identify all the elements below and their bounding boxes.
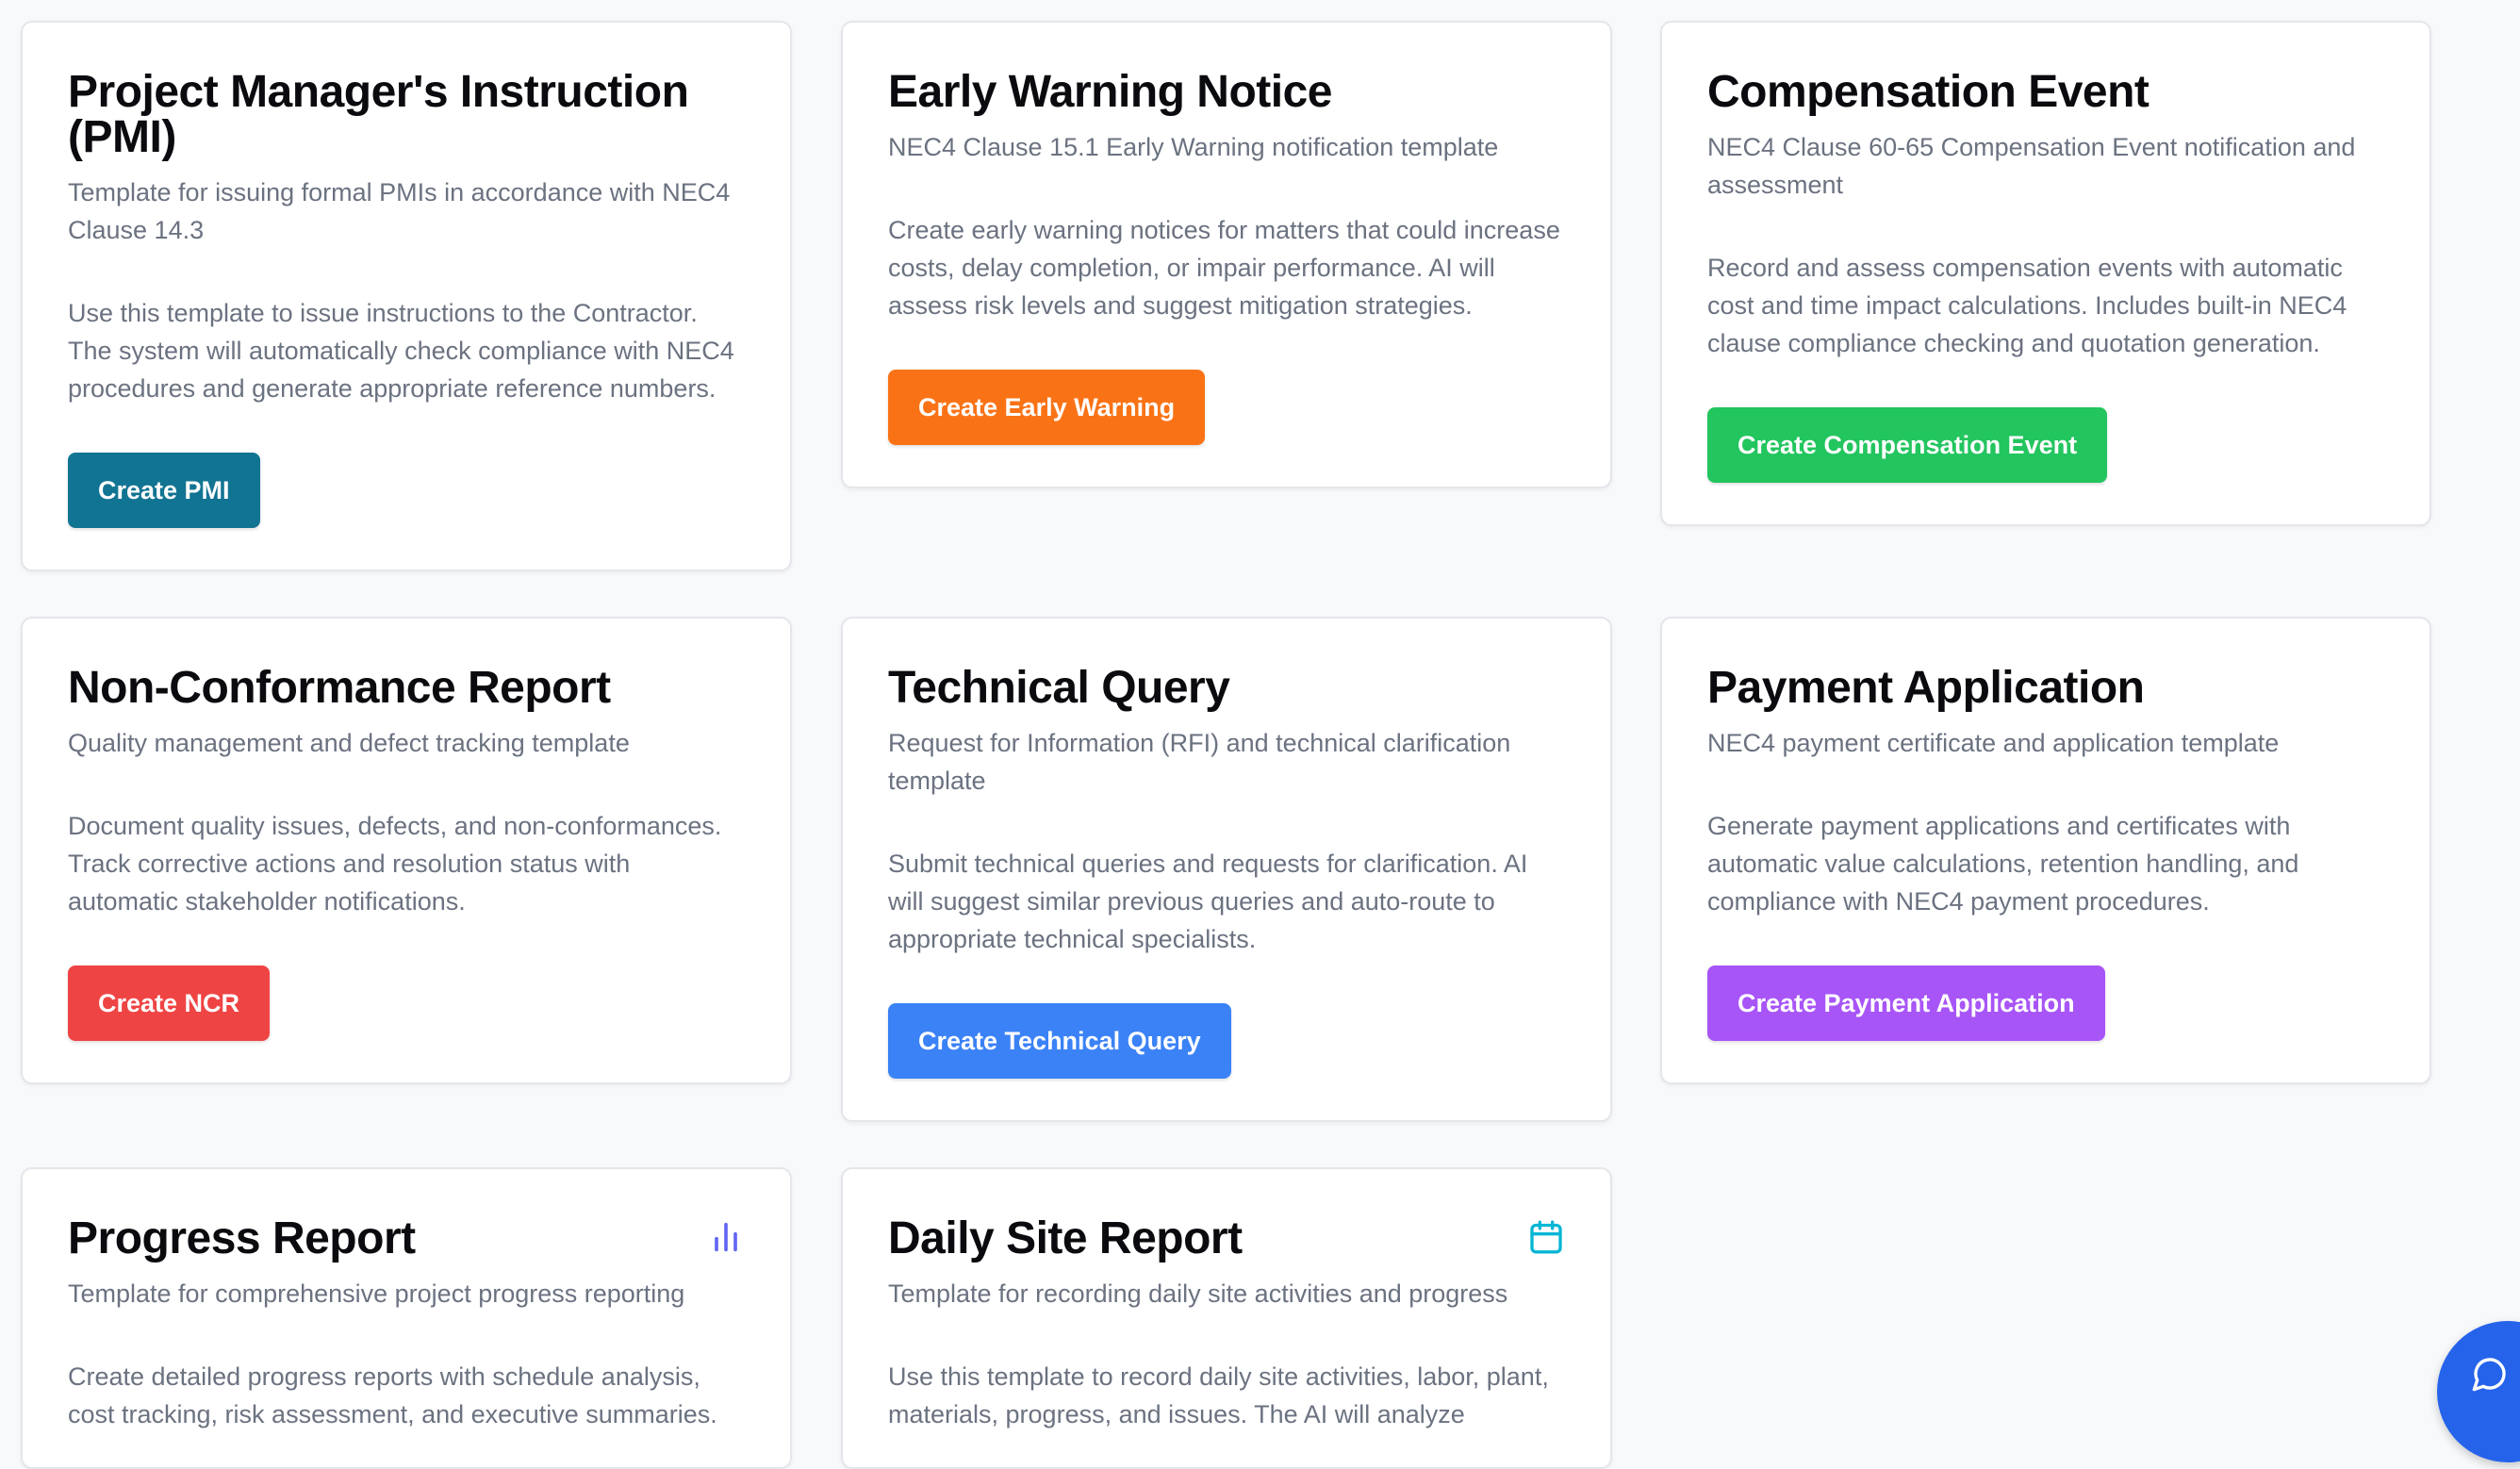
card-subtitle: Request for Information (RFI) and techni…: [888, 729, 1511, 795]
card-title: Project Manager's Instruction (PMI): [68, 67, 689, 162]
create-payment-application-button[interactable]: Create Payment Application: [1707, 966, 2105, 1041]
chat-bubble-icon: [2472, 1358, 2506, 1392]
card-subtitle: Quality management and defect tracking t…: [68, 729, 630, 757]
card-title: Daily Site Report: [888, 1213, 1243, 1263]
card-pmi: Project Manager's Instruction (PMI) Temp…: [21, 21, 792, 571]
create-compensation-event-button[interactable]: Create Compensation Event: [1707, 407, 2108, 483]
card-title: Technical Query: [888, 663, 1230, 713]
card-description: Create early warning notices for matters…: [888, 216, 1560, 320]
card-subtitle: Template for recording daily site activi…: [888, 1279, 1508, 1308]
card-subtitle: Template for comprehensive project progr…: [68, 1279, 685, 1308]
card-description: Submit technical queries and requests fo…: [888, 850, 1528, 953]
card-description: Use this template to issue instructions …: [68, 299, 734, 403]
create-technical-query-button[interactable]: Create Technical Query: [888, 1003, 1231, 1079]
calendar-icon: [1530, 1220, 1562, 1254]
card-subtitle: NEC4 payment certificate and application…: [1707, 729, 2280, 757]
create-ncr-button[interactable]: Create NCR: [68, 966, 271, 1041]
card-early-warning: Early Warning Notice NEC4 Clause 15.1 Ea…: [841, 21, 1612, 488]
card-description: Record and assess compensation events wi…: [1707, 254, 2347, 357]
card-description: Document quality issues, defects, and no…: [68, 812, 722, 916]
card-payment-application: Payment Application NEC4 payment certifi…: [1660, 617, 2431, 1084]
create-pmi-button[interactable]: Create PMI: [68, 453, 260, 528]
card-daily-site-report: Daily Site Report Template for recording…: [841, 1167, 1612, 1469]
card-title: Progress Report: [68, 1213, 416, 1263]
card-technical-query: Technical Query Request for Information …: [841, 617, 1612, 1122]
card-subtitle: NEC4 Clause 60-65 Compensation Event not…: [1707, 133, 2356, 199]
bar-chart-icon: [715, 1222, 737, 1252]
card-subtitle: Template for issuing formal PMIs in acco…: [68, 178, 731, 244]
create-early-warning-button[interactable]: Create Early Warning: [888, 370, 1206, 445]
card-title: Compensation Event: [1707, 67, 2149, 117]
card-title: Payment Application: [1707, 663, 2145, 713]
card-description: Create detailed progress reports with sc…: [68, 1362, 717, 1428]
card-title: Non-Conformance Report: [68, 663, 611, 713]
card-ncr: Non-Conformance Report Quality managemen…: [21, 617, 792, 1084]
card-description: Use this template to record daily site a…: [888, 1362, 1549, 1428]
card-progress-report: Progress Report Template for comprehensi…: [21, 1167, 792, 1469]
card-compensation-event: Compensation Event NEC4 Clause 60-65 Com…: [1660, 21, 2431, 526]
chat-button[interactable]: [2437, 1321, 2520, 1462]
card-subtitle: NEC4 Clause 15.1 Early Warning notificat…: [888, 133, 1499, 161]
card-description: Generate payment applications and certif…: [1707, 812, 2299, 916]
card-title: Early Warning Notice: [888, 67, 1332, 117]
